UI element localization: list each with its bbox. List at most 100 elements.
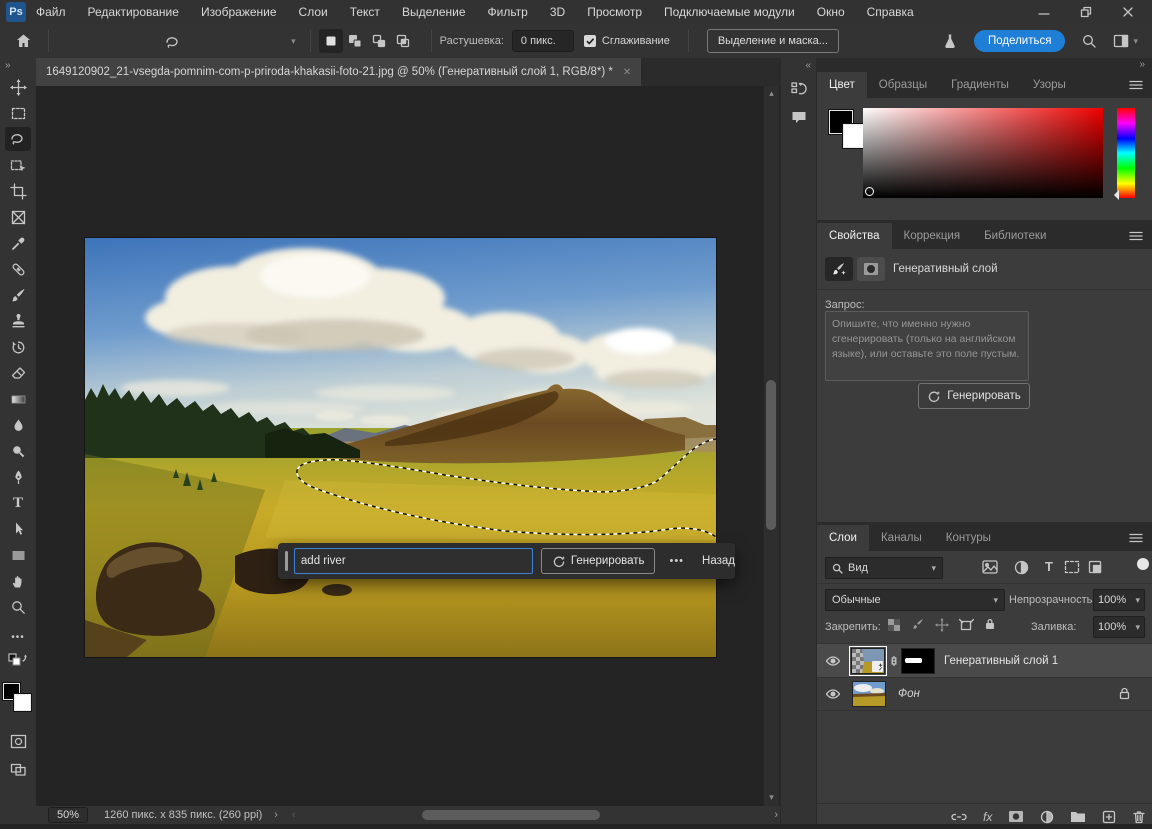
zoom-level-field[interactable]: 50% xyxy=(48,807,88,823)
comments-panel-button[interactable] xyxy=(786,105,812,129)
close-tab-icon[interactable]: ✕ xyxy=(623,67,631,78)
background-layer-thumbnail[interactable] xyxy=(852,681,886,707)
lock-transparency-icon[interactable] xyxy=(887,618,901,632)
menu-3d[interactable]: 3D xyxy=(550,5,565,19)
menu-view[interactable]: Просмотр xyxy=(587,5,642,19)
tool-healing-brush[interactable] xyxy=(5,257,31,281)
home-button[interactable] xyxy=(10,29,36,53)
hue-slider-marker[interactable] xyxy=(1109,190,1119,200)
tool-crop[interactable] xyxy=(5,179,31,203)
new-adjustment-layer-icon[interactable] xyxy=(1040,810,1054,824)
layer-mask-properties-button[interactable] xyxy=(857,257,885,281)
generate-button-properties[interactable]: Генерировать xyxy=(918,383,1030,409)
quick-mask-button[interactable] xyxy=(5,729,31,753)
tab-libraries[interactable]: Библиотеки xyxy=(972,223,1058,249)
feather-input[interactable]: 0 пикс. xyxy=(512,30,574,52)
tab-gradients[interactable]: Градиенты xyxy=(939,72,1021,98)
visibility-eye-icon[interactable] xyxy=(825,655,841,667)
layer-style-fx-icon[interactable]: fx xyxy=(983,810,992,824)
delete-layer-icon[interactable] xyxy=(1132,810,1146,824)
tool-clone-stamp[interactable] xyxy=(5,309,31,333)
filter-pixel-layers-icon[interactable] xyxy=(982,560,998,574)
menu-help[interactable]: Справка xyxy=(867,5,914,19)
scroll-up-icon[interactable]: ▴ xyxy=(764,88,779,99)
expand-panels-chevron[interactable]: « xyxy=(781,58,817,73)
new-group-icon[interactable] xyxy=(1070,810,1086,823)
opacity-field[interactable]: 100% ▾ xyxy=(1093,589,1145,611)
tool-path-selection[interactable] xyxy=(5,517,31,541)
back-button[interactable]: Назад xyxy=(702,555,735,567)
scroll-down-icon[interactable]: ▾ xyxy=(764,792,779,803)
menu-window[interactable]: Окно xyxy=(817,5,845,19)
antialias-checkbox[interactable] xyxy=(584,35,596,47)
tool-shape[interactable] xyxy=(5,543,31,567)
minimize-button[interactable] xyxy=(1038,6,1050,18)
close-window-button[interactable] xyxy=(1122,6,1134,18)
add-to-selection-mode[interactable] xyxy=(343,29,367,53)
tool-history-brush[interactable] xyxy=(5,335,31,359)
properties-panel-menu-icon[interactable] xyxy=(1119,231,1152,241)
workspace-switcher[interactable]: ▾ xyxy=(1113,34,1138,48)
search-icon[interactable] xyxy=(1081,33,1097,49)
menu-file[interactable]: Файл xyxy=(36,5,66,19)
tool-eraser[interactable] xyxy=(5,361,31,385)
menu-layers[interactable]: Слои xyxy=(299,5,328,19)
edit-toolbar-button[interactable]: ••• xyxy=(5,625,31,649)
tool-object-selection[interactable] xyxy=(5,153,31,177)
select-and-mask-button[interactable]: Выделение и маска... xyxy=(707,29,839,53)
layer-thumbnail-frame[interactable] xyxy=(849,646,887,676)
tab-swatches[interactable]: Образцы xyxy=(867,72,939,98)
current-tool-lasso[interactable] xyxy=(160,30,186,54)
foreground-background-swatches[interactable] xyxy=(3,683,33,713)
tab-properties[interactable]: Свойства xyxy=(817,223,892,249)
generative-layer-properties-button[interactable] xyxy=(825,257,853,281)
menu-edit[interactable]: Редактирование xyxy=(88,5,179,19)
color-field-marker[interactable] xyxy=(865,187,874,196)
layer-mask-thumbnail[interactable] xyxy=(901,648,935,674)
tool-type[interactable]: T xyxy=(5,491,31,515)
screen-mode-button[interactable] xyxy=(5,757,31,781)
filter-shape-layers-icon[interactable] xyxy=(1064,560,1080,574)
default-swap-colors[interactable] xyxy=(5,651,31,669)
tool-frame[interactable] xyxy=(5,205,31,229)
tool-eyedropper[interactable] xyxy=(5,231,31,255)
tab-paths[interactable]: Контуры xyxy=(934,525,1003,551)
prompt-textarea[interactable] xyxy=(825,311,1029,381)
blend-mode-select[interactable]: Обычные ▾ xyxy=(825,589,1005,611)
layer-name[interactable]: Фон xyxy=(898,688,920,700)
horizontal-scroll-thumb[interactable] xyxy=(422,810,600,820)
menu-image[interactable]: Изображение xyxy=(201,5,277,19)
tool-zoom[interactable] xyxy=(5,595,31,619)
menu-filter[interactable]: Фильтр xyxy=(488,5,528,19)
tab-patterns[interactable]: Узоры xyxy=(1021,72,1078,98)
layer-filter-toggle[interactable] xyxy=(1137,558,1149,570)
layer-row-generative[interactable]: Генеративный слой 1 xyxy=(817,644,1152,678)
lock-position-icon[interactable] xyxy=(935,618,949,632)
more-options-icon[interactable]: ••• xyxy=(669,555,684,567)
tool-rectangular-marquee[interactable] xyxy=(5,101,31,125)
new-layer-icon[interactable] xyxy=(1102,810,1116,824)
menu-select[interactable]: Выделение xyxy=(402,5,466,19)
link-layers-icon[interactable] xyxy=(951,812,967,822)
tool-brush[interactable] xyxy=(5,283,31,307)
layer-name[interactable]: Генеративный слой 1 xyxy=(944,655,1058,667)
menu-type[interactable]: Текст xyxy=(350,5,380,19)
canvas-photo[interactable] xyxy=(85,238,716,657)
beta-flask-icon[interactable] xyxy=(942,33,958,50)
lock-artboard-icon[interactable] xyxy=(959,618,974,632)
new-selection-mode[interactable] xyxy=(319,29,343,53)
subtract-from-selection-mode[interactable] xyxy=(367,29,391,53)
restore-button[interactable] xyxy=(1080,6,1092,18)
layer-row-background[interactable]: Фон xyxy=(817,677,1152,711)
tool-dropdown-chevron[interactable]: ▾ xyxy=(291,36,296,47)
lock-pixels-icon[interactable] xyxy=(911,618,925,632)
menu-plugins[interactable]: Подключаемые модули xyxy=(664,5,795,19)
tab-layers[interactable]: Слои xyxy=(817,525,869,551)
tool-hand[interactable] xyxy=(5,569,31,593)
generate-button-taskbar[interactable]: Генерировать xyxy=(541,548,656,574)
tool-lasso[interactable] xyxy=(5,127,31,151)
vertical-scroll-thumb[interactable] xyxy=(766,380,776,530)
tool-move[interactable] xyxy=(5,75,31,99)
canvas-area[interactable]: Генерировать ••• Назад xyxy=(36,86,780,806)
tab-adjustments[interactable]: Коррекция xyxy=(892,223,973,249)
